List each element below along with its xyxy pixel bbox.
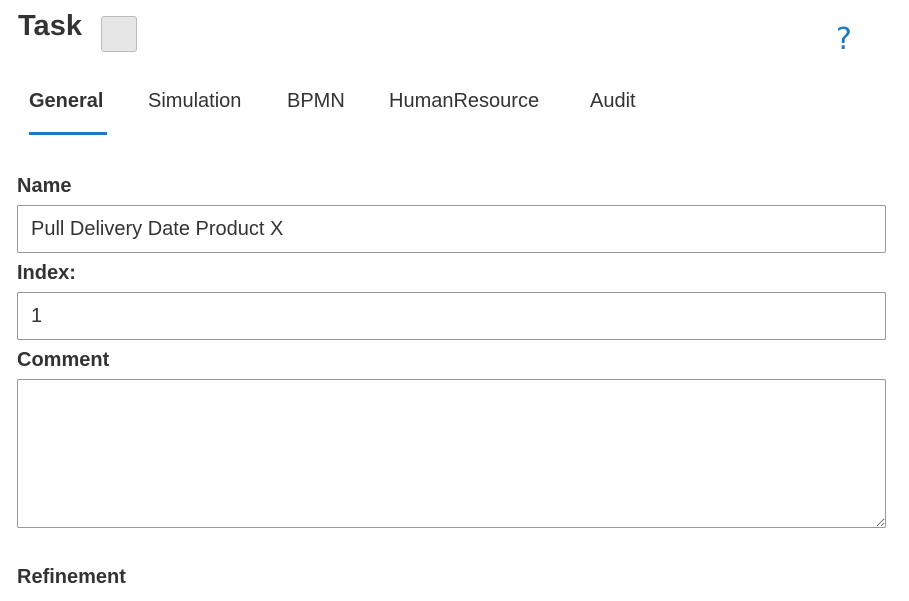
comment-field[interactable] bbox=[17, 379, 886, 528]
tab-audit[interactable]: Audit bbox=[590, 90, 636, 113]
name-label: Name bbox=[17, 175, 72, 197]
index-label: Index: bbox=[17, 262, 76, 284]
task-color-swatch[interactable] bbox=[101, 16, 137, 52]
comment-label: Comment bbox=[17, 349, 110, 371]
refinement-label: Refinement bbox=[17, 566, 126, 588]
tab-bar: General Simulation BPMN HumanResource Au… bbox=[0, 84, 909, 136]
active-tab-indicator bbox=[29, 132, 107, 135]
name-field[interactable] bbox=[17, 205, 886, 253]
tab-humanresource[interactable]: HumanResource bbox=[389, 90, 539, 113]
tab-bpmn[interactable]: BPMN bbox=[287, 90, 345, 113]
help-icon[interactable]: ? bbox=[832, 22, 856, 58]
page-title: Task bbox=[18, 10, 82, 42]
tab-simulation[interactable]: Simulation bbox=[148, 90, 241, 113]
tab-general[interactable]: General bbox=[29, 90, 103, 113]
index-field[interactable] bbox=[17, 292, 886, 340]
